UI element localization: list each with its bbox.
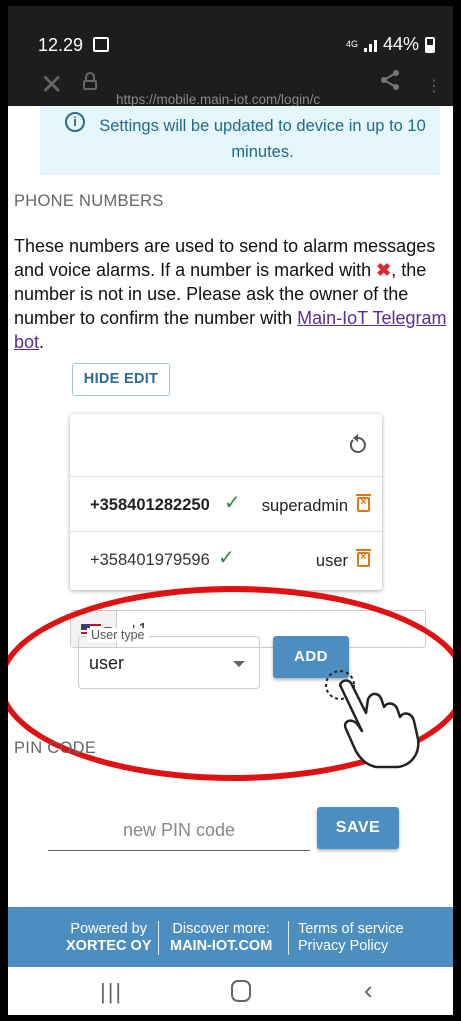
user-role: superadmin xyxy=(261,497,348,515)
status-indicators: 4G 44% xyxy=(346,34,435,55)
cross-icon: ✖ xyxy=(376,260,392,280)
url-text[interactable]: https://mobile.main-iot.com/login/c xyxy=(116,92,366,107)
privacy-link[interactable]: Privacy Policy xyxy=(298,938,404,955)
discover-block[interactable]: Discover more: MAIN-IOT.COM xyxy=(170,921,272,955)
divider xyxy=(288,921,289,955)
powered-by-block[interactable]: Powered by XORTEC OY xyxy=(66,921,151,955)
phone-numbers-description: These numbers are used to send to alarm … xyxy=(14,234,453,354)
delete-icon[interactable] xyxy=(356,494,371,512)
refresh-icon[interactable] xyxy=(348,434,368,456)
share-icon[interactable] xyxy=(378,68,402,92)
pin-placeholder[interactable]: new PIN code xyxy=(48,820,310,841)
description-text-end: . xyxy=(39,332,45,352)
user-type-value[interactable]: user xyxy=(89,653,124,674)
more-options-icon[interactable]: ⋮ xyxy=(426,76,442,96)
network-type: 4G xyxy=(345,39,358,49)
info-icon: i xyxy=(65,112,85,132)
android-nav-bar: ||| ‹ xyxy=(8,967,453,1015)
pin-code-input[interactable]: new PIN code xyxy=(48,816,310,851)
phone-number: +358401282250 xyxy=(90,496,210,514)
user-role: user xyxy=(315,552,348,570)
hand-pointer-icon xyxy=(325,670,420,769)
save-button[interactable]: SAVE xyxy=(317,807,399,849)
company-name[interactable]: XORTEC OY xyxy=(66,938,151,954)
delete-icon[interactable] xyxy=(356,549,371,567)
terms-link[interactable]: Terms of service xyxy=(298,921,404,938)
battery-percent: 44% xyxy=(382,34,419,54)
phone-number: +358401979596 xyxy=(90,551,210,569)
close-icon[interactable]: ✕ xyxy=(40,68,63,101)
home-icon[interactable] xyxy=(231,980,251,1002)
description-text-1: These numbers are used to send to alarm … xyxy=(14,236,436,280)
back-icon[interactable]: ‹ xyxy=(364,975,373,1006)
chevron-down-icon xyxy=(233,661,245,667)
info-text: Settings will be updated to device in up… xyxy=(99,117,426,161)
powered-by-text: Powered by xyxy=(70,921,147,937)
info-alert: i Settings will be updated to device in … xyxy=(40,106,440,175)
image-notification-icon xyxy=(93,37,109,52)
phone-numbers-title: PHONE NUMBERS xyxy=(14,192,164,210)
status-time: 12.29 xyxy=(38,35,84,55)
pin-code-title: PIN CODE xyxy=(14,739,97,757)
discover-text: Discover more: xyxy=(172,921,270,937)
browser-toolbar: ✕ https://mobile.main-iot.com/login/c ⋮ xyxy=(8,58,453,107)
footer: Powered by XORTEC OY Discover more: MAIN… xyxy=(8,907,453,967)
check-icon: ✓ xyxy=(224,492,241,514)
check-icon: ✓ xyxy=(218,547,235,569)
divider xyxy=(158,921,159,955)
signal-icon xyxy=(363,38,377,52)
hide-edit-button[interactable]: HIDE EDIT xyxy=(72,363,170,396)
table-row: +358401282250 ✓ superadmin xyxy=(70,476,382,531)
phone-numbers-list: +358401282250 ✓ superadmin +358401979596… xyxy=(70,414,382,590)
table-row: +358401979596 ✓ user xyxy=(70,531,382,586)
site-link[interactable]: MAIN-IOT.COM xyxy=(170,938,272,954)
lock-icon[interactable] xyxy=(83,72,97,90)
phone-screen: 12.29 4G 44% ✕ https://mobile.main-iot.c… xyxy=(6,6,455,1015)
user-type-label: User type xyxy=(87,628,149,642)
battery-icon xyxy=(425,36,435,53)
user-type-select[interactable]: User type user xyxy=(78,628,260,689)
legal-links: Terms of service Privacy Policy xyxy=(298,921,404,955)
recent-apps-icon[interactable]: ||| xyxy=(100,979,123,1005)
